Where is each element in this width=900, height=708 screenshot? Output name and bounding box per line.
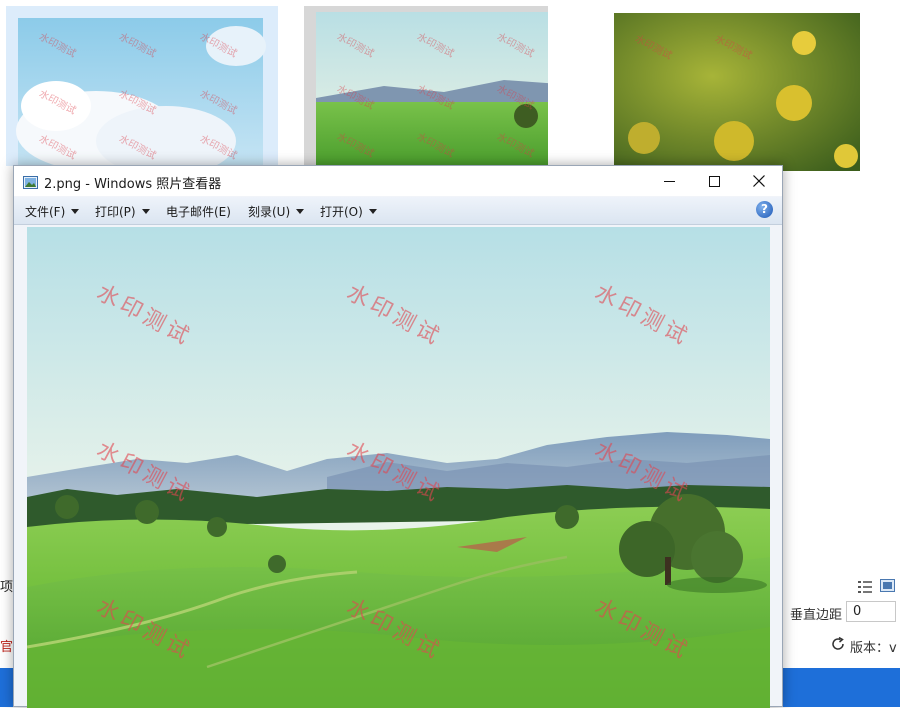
maximize-button[interactable] [691,166,737,196]
view-large-icon[interactable] [880,577,895,592]
menu-print-label: 打印(P) [95,205,136,219]
menu-burn-label: 刻录(U) [248,205,291,219]
help-icon[interactable]: ? [756,201,773,218]
window-title: 2.png - Windows 照片查看器 [44,177,222,192]
menu-open[interactable]: 打开(O) [320,203,377,220]
close-button[interactable] [736,166,782,196]
menu-bar: 文件(F) 打印(P) 电子邮件(E) 刻录(U) 打开(O) ? [14,197,782,225]
photo-viewer-window: 2.png - Windows 照片查看器 文件(F) 打印(P) 电子邮件(E… [13,165,783,708]
menu-burn[interactable]: 刻录(U) [248,203,305,220]
vertical-margin-input[interactable]: 0 [846,601,896,622]
photo-viewer-icon [23,174,38,189]
refresh-icon[interactable] [830,636,846,656]
menu-email[interactable]: 电子邮件(E) [166,203,231,220]
menu-open-label: 打开(O) [320,205,363,219]
view-toggle[interactable] [856,576,900,593]
dropdown-caret-icon [368,209,377,214]
menu-file-label: 文件(F) [25,205,66,219]
menu-file[interactable]: 文件(F) [25,203,80,220]
vertical-margin-label: 垂直边距 [790,608,843,623]
dropdown-caret-icon [141,209,150,214]
title-bar[interactable]: 2.png - Windows 照片查看器 [14,166,782,196]
menu-print[interactable]: 打印(P) [95,203,150,220]
dropdown-caret-icon [296,209,305,214]
menu-email-label: 电子邮件(E) [166,205,231,219]
version-info[interactable]: 版本：v [830,636,897,656]
minimize-icon [663,176,675,187]
close-icon [753,175,765,187]
displayed-photo[interactable]: 水印测试 水印测试 水印测试 水印测试 水印测试 水印测试 水印测试 水印测试 … [27,227,770,708]
dropdown-caret-icon [71,209,80,214]
maximize-icon [708,175,720,187]
minimize-button[interactable] [646,166,692,196]
version-label: 版本：v [850,640,897,656]
left-edge-text-red: 官 [0,640,14,655]
view-details-icon[interactable] [858,578,872,593]
